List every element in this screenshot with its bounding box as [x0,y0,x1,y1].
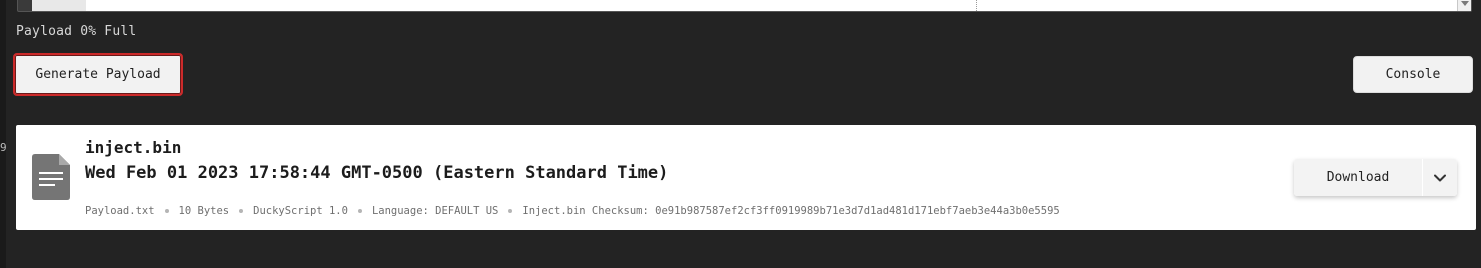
editor-print-margin [976,0,977,11]
meta-keyboard-language: Language: DEFAULT US [371,205,499,217]
generate-payload-button[interactable]: Generate Payload [13,53,183,96]
payload-fill-status: Payload 0% Full [16,24,137,39]
left-edge-glyph: 9 [0,141,7,154]
payload-studio-page: 9 Payload 0% Full Generate Payload Conso… [0,0,1481,268]
file-date: Wed Feb 01 2023 17:58:44 GMT-0500 (Easte… [85,163,669,183]
editor-gutter [32,0,87,11]
meta-size: 10 Bytes [178,205,230,217]
editor-text-area[interactable] [86,0,1457,11]
meta-source: Payload.txt [85,205,155,217]
download-button[interactable]: Download [1294,159,1423,196]
console-button[interactable]: Console [1353,56,1473,93]
file-metadata: Payload.txt 10 Bytes DuckyScript 1.0 Lan… [85,205,1060,217]
meta-checksum: Inject.bin Checksum: 0e91b987587ef2cf3ff… [522,205,1060,217]
meta-separator [508,209,513,213]
download-options-button[interactable] [1423,159,1457,196]
editor-scrollbar[interactable] [1457,0,1471,11]
generated-file-card: inject.bin Wed Feb 01 2023 17:58:44 GMT-… [16,125,1476,230]
code-editor[interactable] [17,0,1472,12]
file-name: inject.bin [85,138,182,157]
left-panel-edge [0,0,6,268]
meta-separator [164,209,169,213]
document-icon [32,154,70,200]
download-button-group: Download [1294,159,1457,196]
scroll-down-arrow-icon[interactable] [1461,1,1469,7]
chevron-down-icon[interactable] [1434,174,1446,182]
meta-separator [357,209,362,213]
meta-separator [239,209,244,213]
meta-language-version: DuckyScript 1.0 [253,205,348,217]
